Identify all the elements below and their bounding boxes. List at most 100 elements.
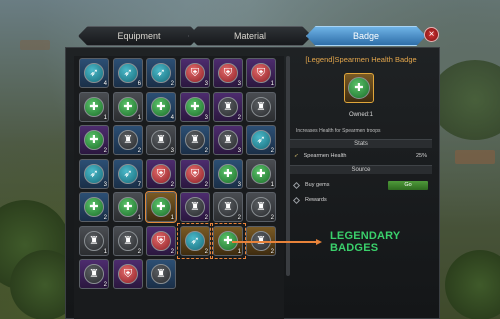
badge-count: 2	[204, 148, 208, 154]
cross-heal-icon: ✚	[218, 164, 238, 184]
badge-count: 2	[103, 148, 107, 154]
tree	[445, 250, 500, 319]
shield-icon: ⛨	[185, 63, 205, 83]
badge-count: 2	[137, 249, 141, 255]
badge-slot[interactable]: ✚ 3	[213, 159, 243, 189]
badge-slot[interactable]: ⛨ 3	[213, 58, 243, 88]
badge-count: 2	[237, 215, 241, 221]
badge-count: 2	[270, 215, 274, 221]
badge-count: 2	[137, 148, 141, 154]
legendary-highlight	[210, 223, 246, 259]
badge-slot[interactable]: ♜	[246, 92, 276, 122]
go-button[interactable]: Go	[388, 181, 428, 190]
badge-description: Increases Health for Spearmen troops	[296, 128, 381, 134]
badge-count: 3	[103, 182, 107, 188]
badge-slot[interactable]: ♜ 2	[180, 125, 210, 155]
badge-slot[interactable]: ⛨	[113, 259, 143, 289]
badge-count: 1	[137, 115, 141, 121]
tower-icon: ♜	[218, 130, 238, 150]
tower-icon: ♜	[118, 130, 138, 150]
badge-count: 3	[237, 81, 241, 87]
badge-slot[interactable]: ➶ 4	[79, 58, 109, 88]
badge-slot[interactable]: ♜ 3	[146, 125, 176, 155]
spear-icon: ➶	[118, 63, 138, 83]
legendary-label-line2: BADGES	[330, 242, 379, 254]
badge-slot[interactable]: ⛨ 1	[246, 58, 276, 88]
badge-count: 2	[170, 182, 174, 188]
badge-slot[interactable]: ♜	[146, 259, 176, 289]
badge-slot[interactable]: ♜ 2	[113, 226, 143, 256]
badge-slot[interactable]: ♜ 3	[213, 125, 243, 155]
spear-icon: ➶	[84, 63, 104, 83]
tower-icon: ♜	[218, 197, 238, 217]
cross-heal-icon: ✚	[84, 130, 104, 150]
badge-count: 2	[170, 81, 174, 87]
stats-header: Stats	[290, 139, 432, 148]
badge-slot[interactable]: ✚ 3	[180, 92, 210, 122]
diamond-icon	[292, 181, 301, 189]
badge-slot[interactable]: ♜ 2	[113, 125, 143, 155]
tower-icon: ♜	[84, 231, 104, 251]
tower-icon: ♜	[118, 231, 138, 251]
badge-slot[interactable]: ✚ 2	[79, 125, 109, 155]
badge-count: 2	[204, 182, 208, 188]
badge-slot[interactable]: ⛨ 3	[180, 58, 210, 88]
badge-slot[interactable]: ✚ 1	[79, 92, 109, 122]
badge-count: 1	[270, 182, 274, 188]
legendary-badges-label: LEGENDARY BADGES	[330, 230, 400, 254]
shield-icon: ⛨	[251, 63, 271, 83]
owned-count: Owned:1	[348, 112, 373, 118]
badge-slot[interactable]: ✚ 4	[146, 92, 176, 122]
badge-slot[interactable]: ✚ 1	[145, 191, 177, 223]
badge-slot[interactable]: ➶ 2	[146, 58, 176, 88]
badge-slot[interactable]: ⛨ 2	[180, 159, 210, 189]
shield-icon: ⛨	[118, 264, 138, 284]
badge-slot[interactable]: ♜ 2	[246, 192, 276, 222]
badge-count: 3	[237, 182, 241, 188]
spear-icon: ➶	[251, 130, 271, 150]
badge-slot[interactable]: ⛨ 2	[146, 226, 176, 256]
source-header: Source	[290, 165, 432, 174]
shield-icon: ⛨	[151, 231, 171, 251]
badge-slot[interactable]: ✚ 1	[246, 159, 276, 189]
badge-slot[interactable]: ➶ 2	[246, 125, 276, 155]
shield-icon: ⛨	[185, 164, 205, 184]
badge-slot[interactable]: ➶ 7	[113, 159, 143, 189]
badge-count: 2	[103, 215, 107, 221]
badge-count: 1	[103, 115, 107, 121]
tab-equipment[interactable]: Equipment	[78, 26, 200, 46]
badge-count: 7	[137, 182, 141, 188]
tower-icon: ♜	[151, 130, 171, 150]
badge-slot[interactable]: ➶ 6	[113, 58, 143, 88]
badge-slot[interactable]: ♜ 2	[180, 192, 210, 222]
badge-slot[interactable]: ➶ 3	[79, 159, 109, 189]
close-button[interactable]: ×	[424, 27, 439, 42]
tab-material[interactable]: Material	[188, 26, 312, 46]
badge-slot[interactable]: ✚ 1	[113, 192, 143, 222]
badge-slot[interactable]: ♜ 2	[213, 192, 243, 222]
badge-slot[interactable]: ♜ 1	[79, 226, 109, 256]
badge-slot[interactable]: ✚ 2	[79, 192, 109, 222]
stat-name: Spearmen Health	[303, 153, 347, 159]
badge-slot[interactable]: ⛨ 2	[146, 159, 176, 189]
badge-slot[interactable]: ♜ 2	[79, 259, 109, 289]
building-roof	[20, 40, 50, 50]
stat-value: 25%	[415, 153, 427, 159]
badge-slot[interactable]: ✚ 1	[113, 92, 143, 122]
shield-icon: ⛨	[151, 164, 171, 184]
shield-icon: ⛨	[218, 63, 238, 83]
tower-icon: ♜	[251, 197, 271, 217]
badge-count: 2	[103, 282, 107, 288]
cross-heal-icon: ✚	[118, 197, 138, 217]
legendary-label-line1: LEGENDARY	[330, 230, 401, 242]
source-rewards-label: Rewards	[305, 197, 327, 203]
badge-count: 2	[270, 249, 274, 255]
badge-grid: ➶ 4 ➶ 6 ➶ 2 ⛨ 3 ⛨ 3 ⛨ 1 ✚ 1 ✚ 1 ✚ 4 ✚ 3 ♜ 2 ♜ ✚ 2 ♜ 2 ♜ 3 ♜ 2 ♜ 3 ➶ 2 ➶ 3 ➶ 7 ⛨…	[74, 56, 284, 319]
tower-icon: ♜	[84, 264, 104, 284]
badge-count: 2	[170, 249, 174, 255]
tree	[430, 60, 500, 140]
spear-icon: ➶	[151, 63, 171, 83]
badge-count: 4	[170, 115, 174, 121]
badge-slot[interactable]: ♜ 2	[213, 92, 243, 122]
tab-badge[interactable]: Badge	[306, 26, 426, 46]
